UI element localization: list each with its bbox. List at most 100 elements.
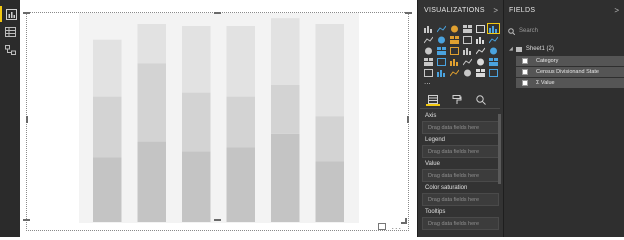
- bar-segment[interactable]: [93, 157, 122, 222]
- visual-type-gallery: [423, 23, 503, 77]
- clustered-bar-icon[interactable]: [449, 24, 460, 33]
- well-label: Tooltips: [425, 209, 446, 215]
- matrix-icon[interactable]: [436, 68, 447, 77]
- pie-chart-icon[interactable]: [436, 46, 447, 55]
- well-drop-zone[interactable]: Drag data fields here: [422, 145, 499, 158]
- resize-handle-right[interactable]: [407, 116, 409, 123]
- map-icon[interactable]: [475, 46, 486, 55]
- donut-chart-icon[interactable]: [449, 46, 460, 55]
- well-drop-zone[interactable]: Drag data fields here: [422, 217, 499, 230]
- globe-map-icon[interactable]: [462, 68, 473, 77]
- field-checkbox[interactable]: [522, 69, 528, 75]
- bar-segment[interactable]: [226, 96, 256, 148]
- resize-handle-top[interactable]: [214, 12, 221, 14]
- report-view-button[interactable]: [0, 6, 20, 22]
- focus-mode-icon[interactable]: [378, 222, 387, 230]
- well-drop-zone[interactable]: Drag data fields here: [422, 169, 499, 182]
- stacked-column-icon[interactable]: [436, 24, 447, 33]
- field-item[interactable]: Σ Value: [516, 78, 624, 88]
- bar-segment[interactable]: [93, 39, 122, 97]
- collapse-visualizations-icon[interactable]: >: [493, 6, 498, 15]
- resize-handle-top-right[interactable]: [405, 12, 412, 14]
- card-icon-glyph: [450, 58, 458, 66]
- stacked-area-icon[interactable]: [449, 35, 460, 44]
- resize-handle-bottom[interactable]: [214, 219, 221, 221]
- bar-segment[interactable]: [271, 133, 300, 222]
- line-column-icon[interactable]: [462, 35, 473, 44]
- stacked-bar-icon[interactable]: [423, 24, 434, 33]
- import-visual-icon[interactable]: [488, 68, 499, 77]
- stacked-column-chart-visual[interactable]: ...: [23, 12, 412, 231]
- resize-handle-bottom-left[interactable]: [23, 219, 30, 221]
- bar-segment[interactable]: [226, 147, 256, 223]
- field-item[interactable]: Census Divisionand State: [516, 67, 624, 77]
- percent-column-icon[interactable]: [487, 23, 500, 34]
- bar-segment[interactable]: [137, 63, 167, 142]
- collapse-fields-icon[interactable]: >: [614, 6, 619, 15]
- stacked-area-icon-glyph: [450, 35, 459, 44]
- bar-segment[interactable]: [315, 24, 345, 117]
- gauge-icon[interactable]: [436, 57, 447, 66]
- well-drop-zone[interactable]: Drag data fields here: [422, 121, 499, 134]
- field-name: Census Divisionand State: [536, 69, 599, 75]
- bar-segment[interactable]: [226, 26, 256, 97]
- bar-segment[interactable]: [182, 151, 211, 222]
- area-chart-icon[interactable]: [436, 35, 447, 44]
- kpi-icon[interactable]: [475, 57, 486, 66]
- resize-handle-top-left[interactable]: [23, 12, 30, 14]
- field-list: Category Census Divisionand State Σ Value: [507, 56, 624, 88]
- bar-segment[interactable]: [315, 161, 345, 222]
- filled-map-icon[interactable]: [488, 46, 499, 55]
- table-node[interactable]: ◢ Sheet1 (2): [507, 43, 624, 55]
- waterfall-icon[interactable]: [488, 35, 499, 44]
- table-grid-icon: [4, 27, 16, 37]
- resize-handle-left[interactable]: [26, 116, 28, 123]
- bar-segment[interactable]: [93, 96, 122, 158]
- bar-segment[interactable]: [271, 84, 300, 134]
- more-options-icon[interactable]: ...: [391, 222, 402, 231]
- kpi-icon-glyph: [477, 58, 484, 65]
- well-drop-zone[interactable]: Drag data fields here: [422, 193, 499, 206]
- funnel-icon[interactable]: [423, 57, 434, 66]
- field-item[interactable]: Category: [516, 56, 624, 66]
- more-visuals-icon[interactable]: ...: [424, 77, 431, 86]
- fields-title: FIELDS: [509, 7, 536, 14]
- slicer-icon[interactable]: [488, 57, 499, 66]
- data-view-button[interactable]: [2, 24, 18, 40]
- bar-segment[interactable]: [182, 92, 211, 152]
- card-icon[interactable]: [449, 57, 460, 66]
- tab-format[interactable]: [450, 94, 464, 106]
- area-chart-icon-glyph: [438, 36, 445, 43]
- percent-bar-icon[interactable]: [475, 24, 486, 33]
- percent-column-icon-glyph: [489, 25, 497, 33]
- collapse-caret-icon[interactable]: ◢: [509, 46, 513, 52]
- scatter-chart-icon[interactable]: [423, 46, 434, 55]
- field-checkbox[interactable]: [522, 80, 528, 86]
- visualizations-scrollbar[interactable]: [498, 114, 501, 184]
- fields-search[interactable]: Search: [508, 25, 621, 37]
- visualizations-pane: VISUALIZATIONS > ... Axis Drag data fiel…: [417, 0, 503, 237]
- search-input[interactable]: Search: [519, 28, 538, 34]
- matrix-icon-glyph: [437, 69, 445, 77]
- bar-segment[interactable]: [271, 18, 300, 85]
- tab-fields[interactable]: [426, 94, 440, 106]
- funnel-icon-glyph: [424, 57, 433, 66]
- bar-segment[interactable]: [182, 26, 211, 93]
- custom-visual-icon[interactable]: [475, 68, 486, 77]
- table-visual-icon[interactable]: [423, 68, 434, 77]
- clustered-column-icon[interactable]: [462, 24, 473, 33]
- multirow-card-icon[interactable]: [462, 57, 473, 66]
- bar-segment[interactable]: [137, 141, 167, 222]
- r-script-icon[interactable]: [449, 68, 460, 77]
- bar-segment[interactable]: [315, 116, 345, 162]
- ribbon-chart-icon[interactable]: [475, 35, 486, 44]
- bar-segment[interactable]: [137, 24, 167, 64]
- report-canvas[interactable]: ...: [20, 0, 417, 237]
- tab-analytics[interactable]: [474, 94, 488, 106]
- model-view-button[interactable]: [2, 42, 18, 58]
- field-checkbox[interactable]: [522, 58, 528, 64]
- line-chart-icon[interactable]: [423, 35, 434, 44]
- treemap-icon[interactable]: [462, 46, 473, 55]
- multirow-card-icon-glyph: [463, 58, 472, 65]
- field-name: Category: [536, 58, 559, 64]
